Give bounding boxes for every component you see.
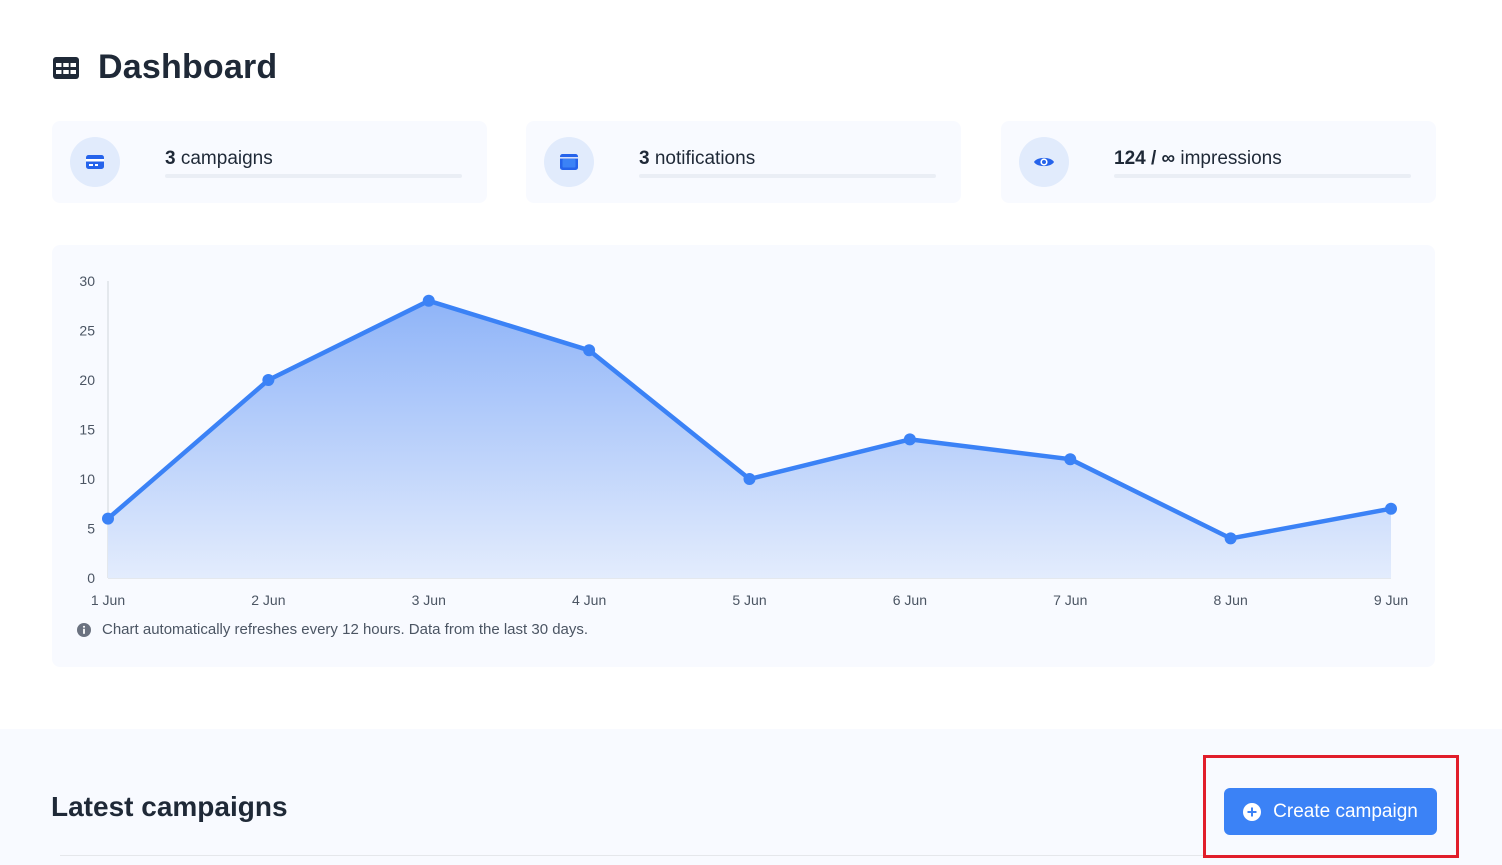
x-tick-label: 3 Jun: [412, 592, 446, 608]
data-point[interactable]: [1224, 532, 1237, 545]
x-tick-label: 6 Jun: [893, 592, 927, 608]
stat-progress-track: [165, 174, 462, 178]
stat-progress-track: [1114, 174, 1411, 178]
chart-note-text: Chart automatically refreshes every 12 h…: [102, 621, 589, 638]
latest-campaigns-section: Latest campaigns Create campaign: [0, 729, 1502, 865]
stat-campaigns-label: campaigns: [180, 148, 273, 169]
data-point[interactable]: [102, 512, 114, 525]
stat-card-campaigns: 3 campaigns: [52, 121, 487, 203]
chart-panel: 1 Jun 2 Jun 3 Jun 4 Jun 5 Jun 6 Jun 7 Jun 8 Jun…: [52, 245, 1435, 667]
plus-circle-icon: [1243, 802, 1262, 821]
create-campaign-button[interactable]: Create campaign: [1224, 788, 1437, 835]
y-tick-label: 25: [79, 323, 95, 339]
y-tick-label: 15: [79, 422, 95, 438]
data-point[interactable]: [743, 473, 756, 485]
section-title: Latest campaigns: [51, 791, 288, 822]
y-tick-label: 20: [79, 372, 95, 388]
data-point[interactable]: [1385, 502, 1397, 515]
stat-campaigns-count: 3: [165, 148, 176, 169]
y-tick-label: 10: [79, 471, 95, 487]
stat-card-impressions: 124 / ∞ impressions: [1001, 121, 1436, 203]
credit-card-icon: [86, 155, 104, 169]
stat-impressions-count: 124 / ∞: [1114, 148, 1176, 169]
x-tick-label: 5 Jun: [732, 592, 766, 608]
section-divider: [60, 855, 1435, 856]
page-title: Dashboard: [98, 48, 278, 86]
data-point[interactable]: [1064, 453, 1077, 466]
stat-card-notifications: 3 notifications: [526, 121, 961, 203]
x-tick-label: 9 Jun: [1374, 592, 1408, 608]
chart-note: Chart automatically refreshes every 12 h…: [77, 621, 588, 638]
y-tick-label: 5: [87, 521, 95, 537]
y-tick-label: 0: [87, 570, 95, 586]
data-point[interactable]: [583, 344, 596, 357]
x-tick-label: 2 Jun: [251, 592, 285, 608]
stat-notifications-text: 3 notifications: [639, 148, 755, 170]
stat-notifications-count: 3: [639, 148, 650, 169]
data-point[interactable]: [262, 374, 275, 386]
page-header: Dashboard: [52, 48, 277, 87]
eye-icon: [1034, 157, 1054, 167]
stat-icon-badge: [544, 137, 594, 187]
stat-impressions-text: 124 / ∞ impressions: [1114, 148, 1282, 170]
data-point[interactable]: [903, 433, 916, 446]
x-tick-label: 7 Jun: [1053, 592, 1087, 608]
info-icon: [77, 622, 91, 637]
stat-progress-track: [639, 174, 936, 178]
stat-campaigns-text: 3 campaigns: [165, 148, 273, 170]
series-area: [108, 300, 1391, 578]
create-campaign-label: Create campaign: [1273, 800, 1418, 822]
x-tick-label: 4 Jun: [572, 592, 606, 608]
stat-icon-badge: [70, 137, 120, 187]
x-tick-label: 1 Jun: [91, 592, 125, 608]
stat-icon-badge: [1019, 137, 1069, 187]
y-tick-label: 30: [79, 273, 95, 289]
table-grid-icon: [53, 56, 79, 79]
data-point[interactable]: [422, 294, 435, 307]
impressions-chart: 1 Jun 2 Jun 3 Jun 4 Jun 5 Jun 6 Jun 7 Jun 8 Jun…: [79, 273, 1408, 608]
window-icon: [560, 154, 578, 170]
stat-notifications-label: notifications: [654, 148, 756, 169]
dashboard-page: Dashboard 3 campaigns 3 notifications 12…: [0, 0, 1502, 865]
x-tick-label: 8 Jun: [1214, 592, 1248, 608]
stat-impressions-label: impressions: [1180, 148, 1282, 169]
